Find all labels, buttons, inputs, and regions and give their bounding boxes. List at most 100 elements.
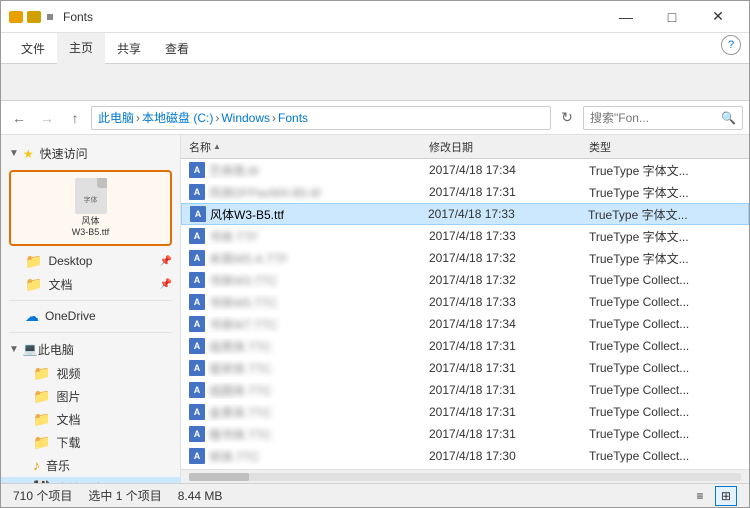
file-name-cell: A书体.TTF bbox=[185, 228, 425, 245]
quick-access-header[interactable]: ▼ ★ 快速访问 bbox=[1, 141, 180, 166]
sidebar-item-videos[interactable]: 📁 视频 bbox=[1, 362, 180, 385]
table-row[interactable]: A金黑体.TTC2017/4/18 17:31TrueType Collect.… bbox=[181, 401, 749, 423]
window-icon-2 bbox=[27, 11, 41, 23]
address-part-fonts[interactable]: Fonts bbox=[278, 111, 308, 125]
address-part-computer[interactable]: 此电脑 bbox=[98, 109, 134, 126]
ribbon: 文件 主页 共享 查看 ? bbox=[1, 33, 749, 101]
maximize-button[interactable]: □ bbox=[649, 1, 695, 33]
sidebar-pictures-label: 图片 bbox=[56, 388, 80, 405]
close-button[interactable]: ✕ bbox=[695, 1, 741, 33]
music-icon: ♪ bbox=[33, 457, 40, 473]
horizontal-scrollbar[interactable] bbox=[181, 469, 749, 483]
file-date-cell: 2017/4/18 17:34 bbox=[425, 163, 585, 177]
file-type-icon: A bbox=[189, 294, 205, 310]
file-type-icon: A bbox=[189, 448, 205, 464]
sidebar-selected-file[interactable]: 字体 风体W3-B5.ttf bbox=[9, 170, 172, 246]
sidebar-item-music[interactable]: ♪ 音乐 bbox=[1, 454, 180, 477]
total-items: 710 个项目 bbox=[13, 487, 72, 504]
address-part-drive[interactable]: 本地磁盘 (C:) bbox=[142, 109, 213, 126]
col-name-header[interactable]: 名称 ▲ bbox=[185, 139, 425, 155]
computer-icon: 💻 bbox=[23, 342, 38, 356]
file-type-cell: TrueType Collect... bbox=[585, 273, 745, 287]
table-row[interactable]: A宋体.TTC2017/4/18 17:30TrueType Collect..… bbox=[181, 445, 749, 467]
sidebar-item-documents[interactable]: 📁 文档 📌 bbox=[1, 273, 180, 296]
address-box[interactable]: 此电脑 › 本地磁盘 (C:) › Windows › Fonts bbox=[91, 106, 551, 130]
table-row[interactable]: A组黑体.TTC2017/4/18 17:31TrueType Collect.… bbox=[181, 335, 749, 357]
sidebar-item-downloads[interactable]: 📁 下载 bbox=[1, 431, 180, 454]
this-pc-label: 此电脑 bbox=[38, 341, 74, 358]
file-name-text: 组圆体.TTC bbox=[209, 382, 272, 399]
file-name-text: 本简W5-A.TTF bbox=[209, 250, 288, 267]
table-row[interactable]: A书体W7.TTC 2017/4/18 17:34TrueType Collect… bbox=[181, 313, 749, 335]
sidebar-item-pictures[interactable]: 📁 图片 bbox=[1, 385, 180, 408]
forward-button[interactable]: → bbox=[35, 106, 59, 130]
detail-view-button[interactable]: ⊞ bbox=[715, 486, 737, 506]
sidebar-item-onedrive[interactable]: ☁ OneDrive bbox=[1, 305, 180, 328]
file-type-cell: TrueType 字体文... bbox=[585, 162, 745, 179]
up-button[interactable]: ↑ bbox=[63, 106, 87, 130]
tab-view[interactable]: 查看 bbox=[153, 33, 201, 63]
sidebar: ▼ ★ 快速访问 字体 风体W3-B5.ttf 📁 Desktop 📌 bbox=[1, 135, 181, 483]
file-date-cell: 2017/4/18 17:33 bbox=[425, 295, 585, 309]
help-button[interactable]: ? bbox=[721, 35, 741, 55]
table-row[interactable]: A书体.TTF2017/4/18 17:33TrueType 字体文... bbox=[181, 225, 749, 247]
file-date-cell: 2017/4/18 17:31 bbox=[425, 427, 585, 441]
selected-size: 8.44 MB bbox=[178, 489, 223, 503]
table-row[interactable]: A本简W5-A.TTF2017/4/18 17:32TrueType 字体文..… bbox=[181, 247, 749, 269]
tab-home[interactable]: 主页 bbox=[57, 33, 105, 64]
table-row[interactable]: A书体W5.TTC2017/4/18 17:33TrueType Collect… bbox=[181, 291, 749, 313]
file-type-cell: TrueType Collect... bbox=[585, 317, 745, 331]
sidebar-item-docs[interactable]: 📁 文档 bbox=[1, 408, 180, 431]
this-pc-section: ▼ 💻 此电脑 📁 视频 📁 图片 📁 文档 📁 bbox=[1, 337, 180, 483]
file-type-icon: A bbox=[189, 184, 205, 200]
h-scroll-track bbox=[189, 473, 741, 481]
main-content: ▼ ★ 快速访问 字体 风体W3-B5.ttf 📁 Desktop 📌 bbox=[1, 135, 749, 483]
selected-items: 选中 1 个项目 bbox=[88, 487, 161, 504]
col-type-header[interactable]: 类型 bbox=[585, 139, 745, 155]
file-type-cell: TrueType Collect... bbox=[585, 427, 745, 441]
file-name-cell: A艺体简.ttf bbox=[185, 162, 425, 179]
table-row[interactable]: A书体W3.TTC2017/4/18 17:32TrueType Collect… bbox=[181, 269, 749, 291]
this-pc-header[interactable]: ▼ 💻 此电脑 bbox=[1, 337, 180, 362]
onedrive-icon: ☁ bbox=[25, 308, 39, 325]
file-type-icon: A bbox=[189, 360, 205, 376]
file-name-cell: A楷书体.TTC bbox=[185, 426, 425, 443]
window: Fonts — □ ✕ 文件 主页 共享 查看 ? ← → ↑ 此电脑 › 本地… bbox=[0, 0, 750, 508]
refresh-button[interactable]: ↻ bbox=[555, 106, 579, 130]
table-row[interactable]: A楷书体.TTC2017/4/18 17:31TrueType Collect.… bbox=[181, 423, 749, 445]
folder-icon-downloads: 📁 bbox=[33, 434, 50, 451]
back-button[interactable]: ← bbox=[7, 106, 31, 130]
file-name-text: 书体W7.TTC bbox=[209, 316, 278, 333]
sort-arrow: ▲ bbox=[213, 142, 221, 151]
search-input[interactable] bbox=[590, 111, 717, 125]
table-row[interactable]: A祖宋体.TTC2017/4/18 17:31TrueType Collect.… bbox=[181, 357, 749, 379]
star-icon: ★ bbox=[23, 147, 34, 161]
table-row[interactable]: A风体DFPaoW4-B5.ttf2017/4/18 17:31TrueType… bbox=[181, 181, 749, 203]
col-date-header[interactable]: 修改日期 bbox=[425, 139, 585, 155]
folder-icon-videos: 📁 bbox=[33, 365, 50, 382]
file-date-cell: 2017/4/18 17:31 bbox=[425, 185, 585, 199]
tab-file[interactable]: 文件 bbox=[9, 33, 57, 63]
search-icon: 🔍 bbox=[721, 111, 736, 125]
status-bar: 710 个项目 选中 1 个项目 8.44 MB ≡ ⊞ bbox=[1, 483, 749, 507]
table-row[interactable]: A风体W3-B5.ttf2017/4/18 17:33TrueType 字体文.… bbox=[181, 203, 749, 225]
sidebar-downloads-label: 下载 bbox=[56, 434, 80, 451]
title-icons bbox=[9, 11, 55, 23]
file-type-icon: A bbox=[190, 206, 206, 222]
table-row[interactable]: A艺体简.ttf2017/4/18 17:34TrueType 字体文... bbox=[181, 159, 749, 181]
view-controls: ≡ ⊞ bbox=[689, 486, 737, 506]
file-date-cell: 2017/4/18 17:34 bbox=[425, 317, 585, 331]
file-type-cell: TrueType 字体文... bbox=[585, 250, 745, 267]
minimize-button[interactable]: — bbox=[603, 1, 649, 33]
address-part-windows[interactable]: Windows bbox=[221, 111, 270, 125]
sidebar-item-desktop[interactable]: 📁 Desktop 📌 bbox=[1, 250, 180, 273]
search-box[interactable]: 🔍 bbox=[583, 106, 743, 130]
file-date-cell: 2017/4/18 17:32 bbox=[425, 273, 585, 287]
table-row[interactable]: A组圆体.TTC2017/4/18 17:31TrueType Collect.… bbox=[181, 379, 749, 401]
sidebar-docs-label: 文档 bbox=[56, 411, 80, 428]
sidebar-music-label: 音乐 bbox=[46, 457, 70, 474]
list-view-button[interactable]: ≡ bbox=[689, 486, 711, 506]
tab-share[interactable]: 共享 bbox=[105, 33, 153, 63]
h-scroll-thumb[interactable] bbox=[189, 473, 249, 481]
file-type-icon: A bbox=[189, 316, 205, 332]
